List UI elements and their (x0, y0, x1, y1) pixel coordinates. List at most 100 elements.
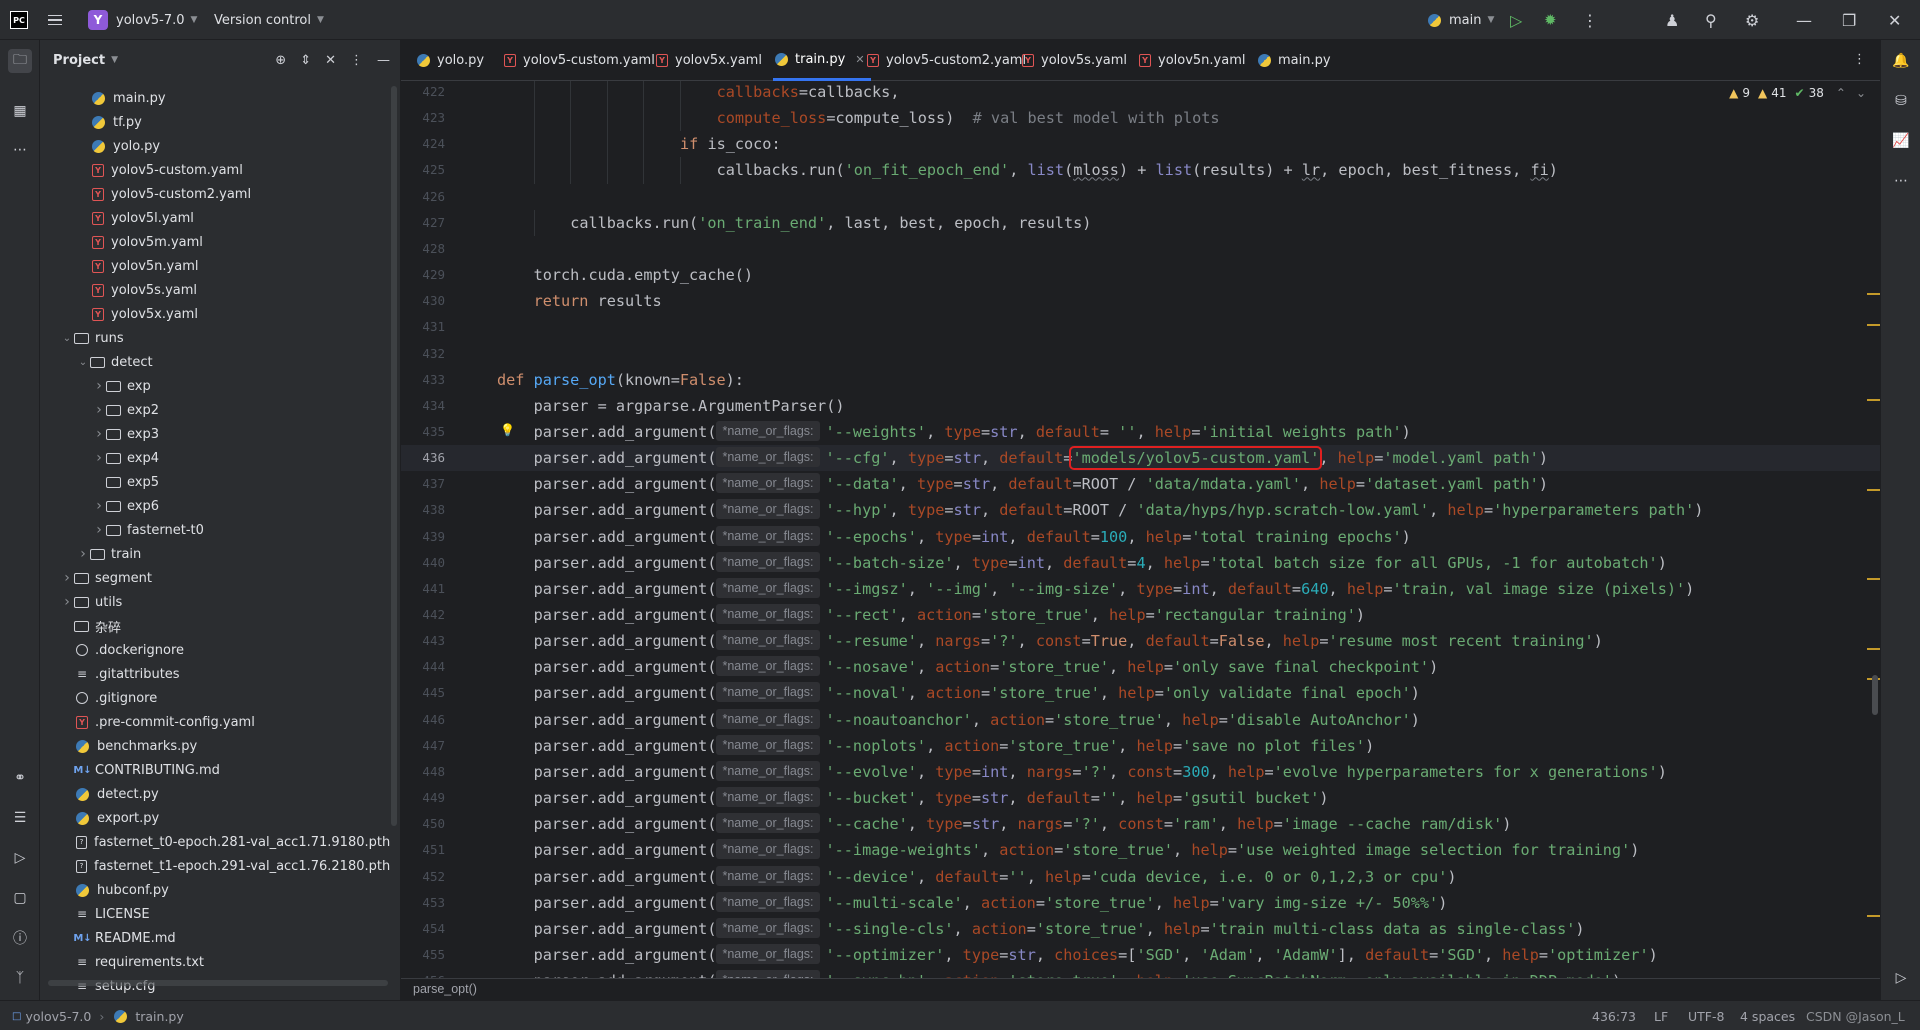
more-vertical-icon[interactable]: ⋮ (350, 53, 363, 68)
tree-folder[interactable]: › segment (40, 566, 392, 590)
locate-icon[interactable]: ⊕ (275, 53, 286, 68)
tree-folder[interactable]: › exp3 (40, 422, 392, 446)
notifications-button[interactable]: 🔔 (1889, 49, 1913, 73)
breadcrumb[interactable]: parse_opt() (401, 978, 1880, 1000)
tree-file[interactable]: yolo.py (40, 134, 392, 158)
indent-setting[interactable]: 4 spaces (1740, 1001, 1795, 1030)
chevron-down-icon[interactable]: ▼ (111, 55, 118, 65)
code-with-me-button[interactable]: ♟ (1665, 0, 1679, 40)
run-tool-button[interactable]: ▷ (1889, 966, 1913, 990)
project-scrollbar[interactable] (391, 86, 397, 826)
search-everywhere-button[interactable]: ⚲ (1705, 0, 1717, 40)
editor-scrollbar[interactable] (1872, 675, 1878, 715)
terminal-button[interactable]: ▢ (8, 886, 32, 910)
file-encoding[interactable]: UTF-8 (1688, 1001, 1724, 1030)
caret-position[interactable]: 436:73 (1592, 1001, 1636, 1030)
chevron-right-icon[interactable]: › (76, 546, 90, 562)
more-tools-button[interactable]: ⋯ (8, 138, 32, 162)
tree-file[interactable]: ≡ requirements.txt (40, 950, 392, 974)
more-vertical-icon[interactable]: ⋮ (1853, 52, 1866, 67)
tree-file[interactable]: Yyolov5n.yaml (40, 254, 392, 278)
layers-button[interactable]: ☰ (8, 806, 32, 830)
database-button[interactable]: ⛁ (1889, 89, 1913, 113)
chevron-down-icon[interactable]: ⌄ (1856, 86, 1866, 100)
tree-file[interactable]: ≡ .gitattributes (40, 662, 392, 686)
chevron-right-icon[interactable]: › (92, 378, 106, 394)
tree-folder[interactable]: › exp2 (40, 398, 392, 422)
chevron-right-icon[interactable]: › (92, 450, 106, 466)
tree-file[interactable]: Yyolov5-custom2.yaml (40, 182, 392, 206)
chevron-right-icon[interactable]: › (92, 402, 106, 418)
tree-file[interactable]: ≡ setup.cfg (40, 974, 392, 998)
chevron-down-icon[interactable]: ⌄ (76, 357, 90, 368)
problems-button[interactable]: ⓘ (8, 926, 32, 950)
tree-folder[interactable]: exp5 (40, 470, 392, 494)
tree-folder[interactable]: › exp6 (40, 494, 392, 518)
tree-file[interactable]: benchmarks.py (40, 734, 392, 758)
version-control-menu[interactable]: Version control ▼ (214, 0, 324, 40)
tree-file[interactable]: Yyolov5l.yaml (40, 206, 392, 230)
lightbulb-icon[interactable]: 💡 (500, 423, 515, 437)
minimize-button[interactable]: — (1796, 0, 1812, 40)
line-separator[interactable]: LF (1654, 1001, 1668, 1030)
tab-yolov5-custom2-yaml[interactable]: Yyolov5-custom2.yaml (865, 40, 1026, 81)
services-button[interactable]: ▷ (8, 846, 32, 870)
tree-folder[interactable]: › train (40, 542, 392, 566)
python-packages-button[interactable]: ⚭ (8, 766, 32, 790)
chevron-right-icon[interactable]: › (92, 522, 106, 538)
tree-file[interactable]: Yyolov5s.yaml (40, 278, 392, 302)
chevron-up-icon[interactable]: ⌃ (1836, 86, 1846, 100)
tree-folder[interactable]: ⌄ detect (40, 350, 392, 374)
error-stripe-mark[interactable] (1867, 578, 1880, 580)
tree-file[interactable]: hubconf.py (40, 878, 392, 902)
project-horizontal-scrollbar[interactable] (48, 980, 388, 986)
tab-yolov5s-yaml[interactable]: Yyolov5s.yaml (1020, 40, 1127, 81)
tree-file[interactable]: Yyolov5m.yaml (40, 230, 392, 254)
tree-file[interactable]: M↓ README.md (40, 926, 392, 950)
tree-file[interactable]: Yyolov5-custom.yaml (40, 158, 392, 182)
tab-yolov5x-yaml[interactable]: Yyolov5x.yaml (654, 40, 762, 81)
hide-panel-icon[interactable]: — (377, 53, 390, 68)
tree-folder[interactable]: › fasternet-t0 (40, 518, 392, 542)
tab-yolo-py[interactable]: yolo.py (415, 40, 484, 81)
structure-tool-button[interactable]: ▦ (8, 99, 32, 123)
tab-train-py[interactable]: train.py ✕ (773, 40, 871, 81)
restore-button[interactable]: ❐ (1842, 0, 1856, 40)
tab-yolov5-custom-yaml[interactable]: Yyolov5-custom.yaml (502, 40, 655, 81)
status-project[interactable]: □ yolov5-7.0 › train.py (12, 1001, 184, 1030)
tree-file[interactable]: detect.py (40, 782, 392, 806)
tab-main-py[interactable]: main.py (1256, 40, 1331, 81)
project-switcher[interactable]: Y yolov5-7.0 ▼ (88, 0, 197, 40)
tree-folder[interactable]: 杂碎 (40, 614, 392, 638)
more-tools-right-button[interactable]: ⋯ (1889, 169, 1913, 193)
tree-folder[interactable]: › utils (40, 590, 392, 614)
chevron-right-icon[interactable]: › (60, 594, 74, 610)
close-icon[interactable]: ✕ (855, 53, 864, 66)
chevron-right-icon[interactable]: › (60, 570, 74, 586)
inspection-widget[interactable]: ▲ 9 ▲ 41 ✔ 38 ⌃ ⌄ (1729, 86, 1866, 100)
main-menu-icon[interactable] (48, 0, 66, 40)
tree-file[interactable]: .gitignore (40, 686, 392, 710)
expand-all-icon[interactable]: ⇕ (300, 53, 311, 68)
tree-file[interactable]: .dockerignore (40, 638, 392, 662)
error-stripe-mark[interactable] (1867, 915, 1880, 917)
chevron-right-icon[interactable]: › (92, 426, 106, 442)
tree-file[interactable]: ? fasternet_t0-epoch.281-val_acc1.71.9180… (40, 830, 392, 854)
tree-folder[interactable]: ⌄ runs (40, 326, 392, 350)
tree-file[interactable]: Yyolov5x.yaml (40, 302, 392, 326)
sciview-button[interactable]: 📈 (1889, 129, 1913, 153)
tree-file[interactable]: tf.py (40, 110, 392, 134)
error-stripe-mark[interactable] (1867, 489, 1880, 491)
settings-button[interactable]: ⚙ (1745, 0, 1759, 40)
chevron-down-icon[interactable]: ⌄ (60, 333, 74, 344)
error-stripe-mark[interactable] (1867, 648, 1880, 650)
tree-folder[interactable]: › exp (40, 374, 392, 398)
git-button[interactable]: ᛉ (8, 966, 32, 990)
tree-file[interactable]: ? fasternet_t1-epoch.291-val_acc1.76.2180… (40, 854, 392, 878)
tree-file[interactable]: Y .pre-commit-config.yaml (40, 710, 392, 734)
tree-folder[interactable]: › exp4 (40, 446, 392, 470)
error-stripe-mark[interactable] (1867, 399, 1880, 401)
close-button[interactable]: ✕ (1888, 0, 1901, 40)
tab-yolov5n-yaml[interactable]: Yyolov5n.yaml (1137, 40, 1245, 81)
run-button[interactable]: ▷ (1510, 0, 1522, 40)
